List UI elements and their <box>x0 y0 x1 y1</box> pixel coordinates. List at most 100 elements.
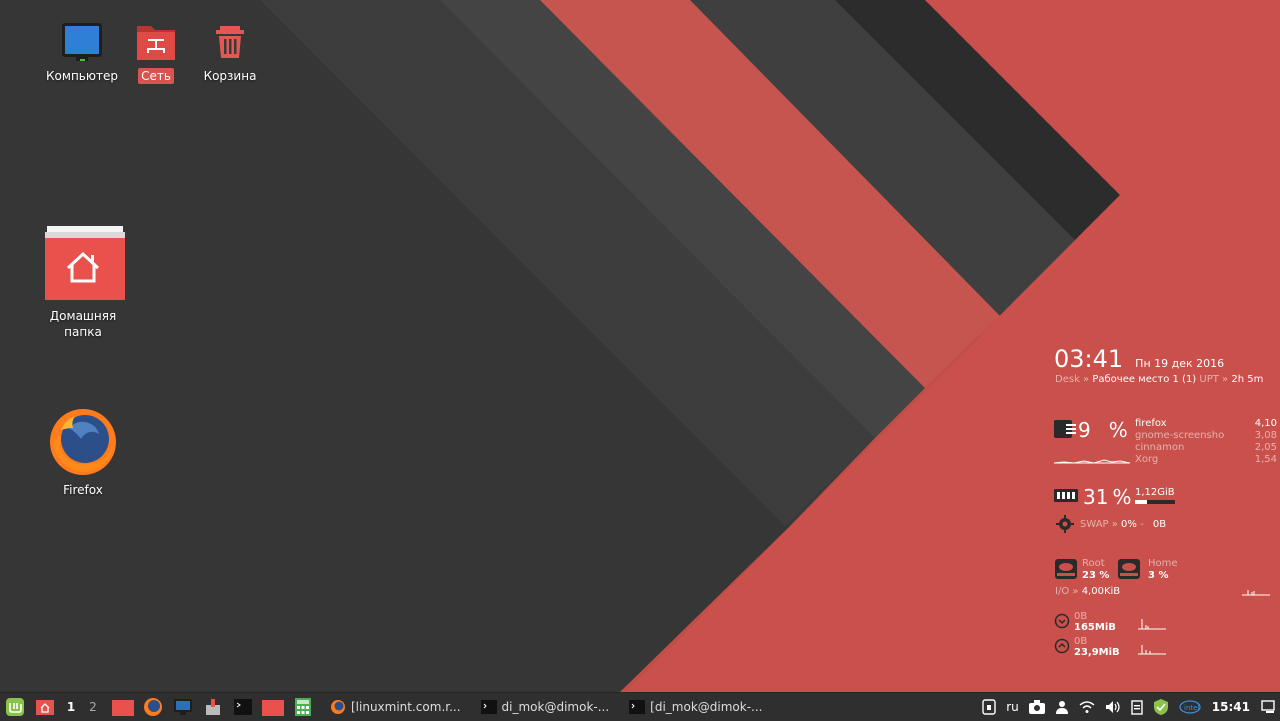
terminal-icon <box>234 699 252 715</box>
up-total: 23,9MiB <box>1074 647 1120 658</box>
conky-desk-value: Рабочее место 1 (1) <box>1092 374 1197 385</box>
folder-icon <box>112 700 134 716</box>
separator: » <box>1083 374 1093 385</box>
firefox-icon <box>331 700 345 714</box>
taskbar-task-terminal-1[interactable]: di_mok@dimok-... <box>475 693 616 721</box>
terminal-icon <box>480 700 497 714</box>
up-rate: 0B <box>1074 636 1088 647</box>
io-graph <box>1242 590 1270 596</box>
separator: » <box>1111 519 1122 530</box>
conky-upt-value: 2h 5m <box>1231 374 1264 385</box>
mint-logo-icon <box>6 698 24 716</box>
system-tray: ru intel 15:41 <box>977 693 1280 721</box>
launcher-system-monitor[interactable] <box>172 696 194 718</box>
camera-icon[interactable] <box>1028 700 1045 714</box>
taskbar-task-firefox[interactable]: [linuxmint.com.r... <box>324 693 467 721</box>
io-label: I/O <box>1055 586 1070 597</box>
taskbar-task-terminal-2[interactable]: [di_mok@dimok-... <box>623 693 768 721</box>
launcher-software-manager[interactable] <box>202 696 224 718</box>
process-name: gnome-screensho <box>1135 430 1225 441</box>
firefox-icon <box>50 409 116 475</box>
ram-value: 31 <box>1083 485 1109 509</box>
calculator-icon <box>295 698 311 716</box>
gear-icon <box>1056 515 1074 533</box>
wifi-icon[interactable] <box>1079 700 1095 714</box>
process-row: firefox 4,10 <box>1135 418 1277 430</box>
swap-percent: 0% <box>1121 519 1137 530</box>
user-icon[interactable] <box>1055 700 1069 714</box>
conky-date: Пн 19 дек 2016 <box>1135 357 1225 370</box>
network-folder-icon <box>137 26 175 60</box>
process-name: cinnamon <box>1135 442 1185 453</box>
home-label: Home <box>1148 558 1178 569</box>
separator: » <box>1072 586 1082 597</box>
desktop-icon-firefox[interactable]: Firefox <box>44 406 122 498</box>
task-label: [di_mok@dimok-... <box>650 700 763 714</box>
cpu-icon <box>1054 420 1076 438</box>
process-row: gnome-screensho 3,08 <box>1135 430 1277 442</box>
folder-icon <box>262 700 284 716</box>
process-value: 4,10 <box>1254 418 1277 429</box>
taskbar: 1 2 [linuxmint.com.r... di_mok@dimok-...… <box>0 692 1280 721</box>
conky-upt-label: UPT <box>1199 374 1219 385</box>
ram-used: 1,12GiB <box>1135 487 1175 498</box>
home-folder-icon <box>36 700 54 715</box>
svg-text:intel: intel <box>1184 704 1199 712</box>
desktop-icon-trash[interactable]: Корзина <box>196 20 264 84</box>
workspace-2[interactable]: 2 <box>82 700 104 714</box>
menu-button[interactable] <box>4 696 26 718</box>
process-row: cinnamon 2,05 <box>1135 442 1277 454</box>
update-shield-icon[interactable] <box>1153 698 1169 716</box>
cpu-unit: % <box>1108 418 1128 442</box>
download-graph <box>1138 619 1166 630</box>
conky-desk-label: Desk <box>1055 374 1080 385</box>
down-rate: 0B <box>1074 611 1088 622</box>
desktop-icon-network[interactable]: Сеть <box>124 20 188 84</box>
ram-unit: % <box>1112 485 1132 509</box>
process-row: Xorg 1,54 <box>1135 454 1277 466</box>
desktop-icon-home[interactable]: Домашняя папка <box>38 224 128 340</box>
task-label: [linuxmint.com.r... <box>351 700 461 714</box>
desktop-icon-computer[interactable]: Компьютер <box>44 20 120 84</box>
drive-icon <box>1055 559 1077 579</box>
keyboard-layout[interactable]: ru <box>1006 700 1019 714</box>
launcher-calculator[interactable] <box>292 696 314 718</box>
volume-icon[interactable] <box>1105 700 1121 714</box>
show-desktop-button[interactable] <box>34 696 56 718</box>
upload-graph <box>1138 645 1166 655</box>
clipboard-icon[interactable] <box>1131 699 1143 715</box>
process-value: 3,08 <box>1254 430 1277 441</box>
launcher-terminal[interactable] <box>232 696 254 718</box>
conky-time: 03:41 <box>1054 345 1124 373</box>
down-total: 165MiB <box>1074 622 1116 633</box>
launcher-files[interactable] <box>112 696 134 718</box>
trash-icon <box>216 26 244 58</box>
swap-size: 0B <box>1152 519 1167 530</box>
process-list: firefox 4,10 gnome-screensho 3,08 cinnam… <box>1135 418 1277 466</box>
ram-icon <box>1054 489 1078 502</box>
show-desktop-icon[interactable] <box>1261 700 1275 714</box>
root-label: Root <box>1082 558 1105 569</box>
desktop-icon-label: Firefox <box>63 483 103 497</box>
terminal-icon <box>629 700 646 714</box>
workspace-1[interactable]: 1 <box>60 700 82 714</box>
launcher-firefox[interactable] <box>142 696 164 718</box>
firefox-icon <box>144 698 162 716</box>
process-value: 1,54 <box>1254 454 1277 465</box>
clock[interactable]: 15:41 <box>1212 700 1250 714</box>
separator: - <box>1140 519 1147 530</box>
process-value: 2,05 <box>1254 442 1277 453</box>
upload-icon <box>1054 638 1070 654</box>
process-name: Xorg <box>1135 454 1159 465</box>
root-value: 23 % <box>1082 570 1110 581</box>
monitor-icon <box>174 699 192 715</box>
package-icon <box>206 699 220 715</box>
separator: » <box>1222 374 1232 385</box>
download-icon <box>1054 613 1070 629</box>
intel-icon[interactable]: intel <box>1179 700 1201 714</box>
ram-bar-fill <box>1135 500 1148 504</box>
screen-lock-icon[interactable] <box>982 699 996 715</box>
process-name: firefox <box>1135 418 1167 429</box>
launcher-folder[interactable] <box>262 696 284 718</box>
desktop-icon-label: Корзина <box>203 69 257 83</box>
